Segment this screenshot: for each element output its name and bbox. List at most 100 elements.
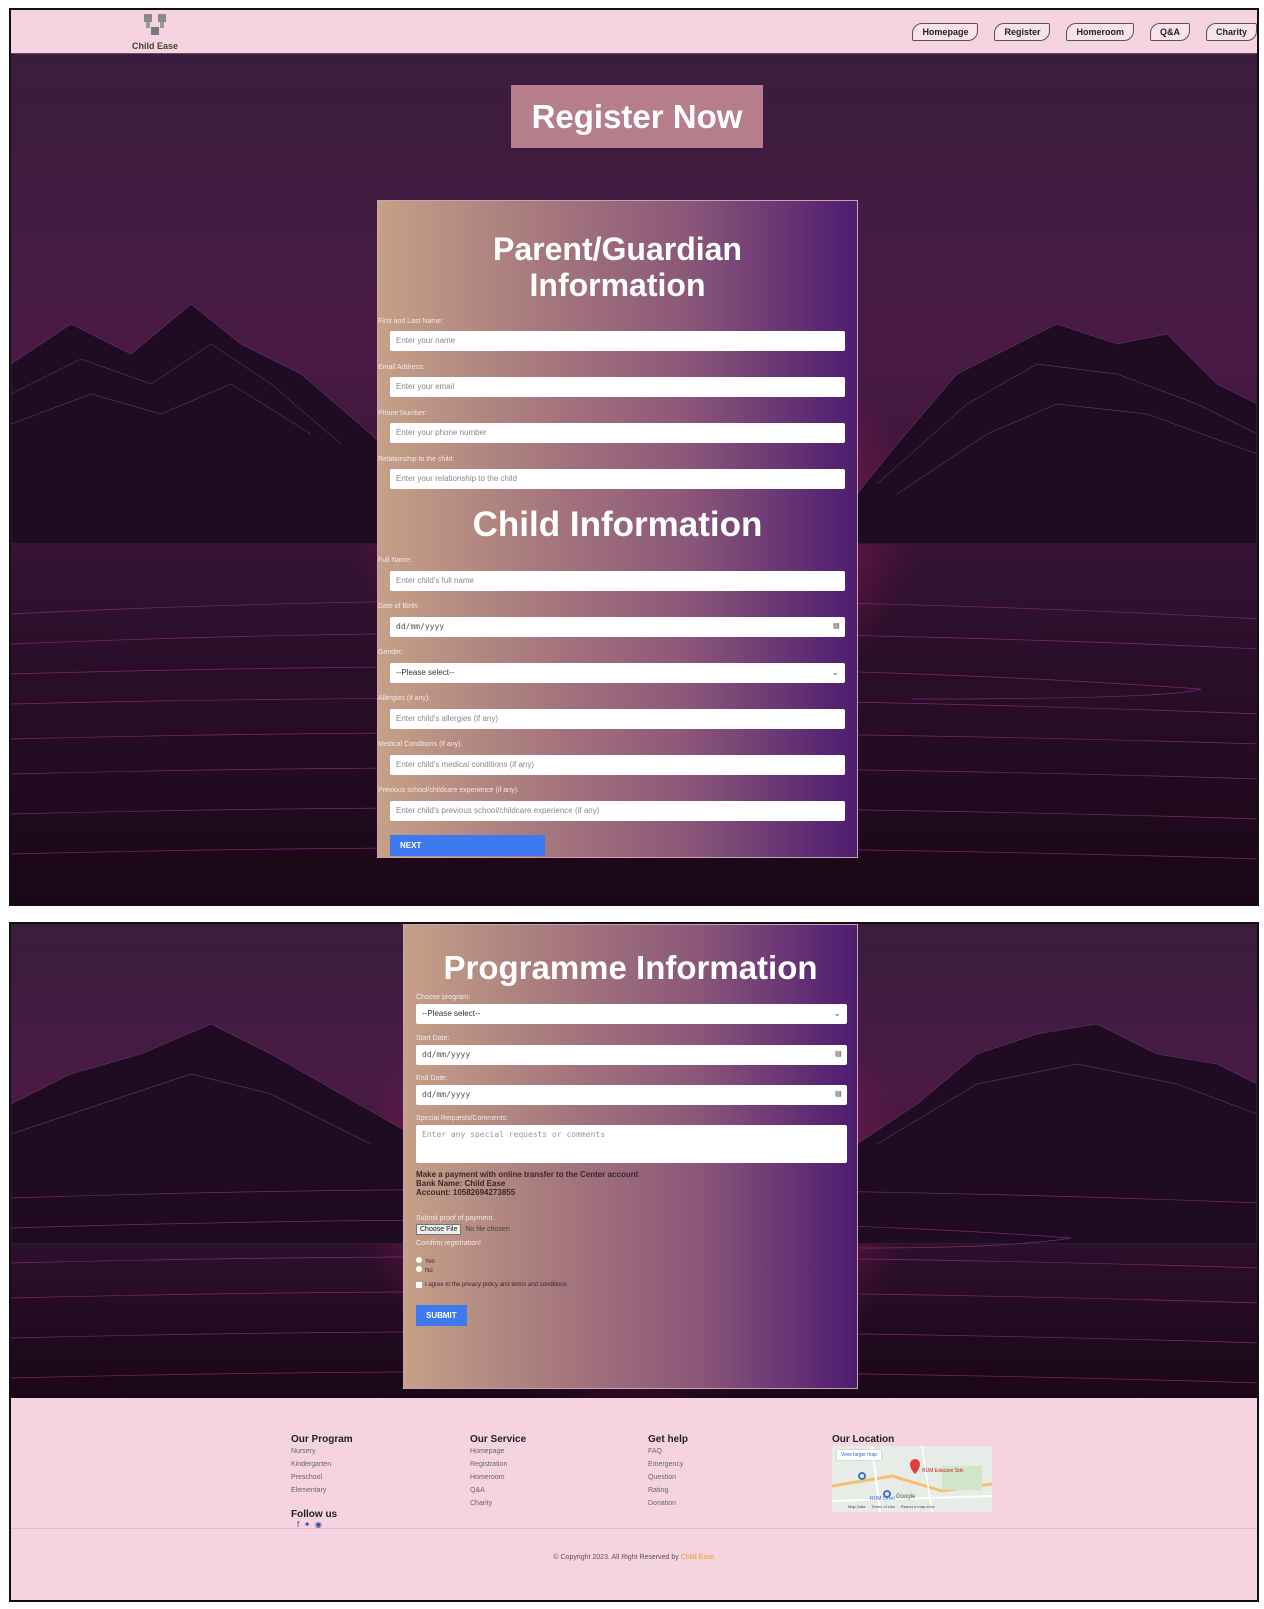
footer-divider [11, 1528, 1257, 1529]
brand-name: Child Ease [131, 41, 178, 51]
confirm-radios: Yes No [416, 1257, 435, 1275]
footer-donation[interactable]: Donation [648, 1497, 688, 1510]
footer-homeroom[interactable]: Homeroom [470, 1471, 526, 1484]
copyright-text: © Copyright 2023. All Right Reserved by [553, 1554, 681, 1561]
email-input[interactable]: Enter your email [390, 377, 845, 397]
map-data-link[interactable]: Map Data [848, 1504, 865, 1509]
nav-register[interactable]: Register [994, 23, 1051, 41]
map-report-link[interactable]: Report a map error [901, 1504, 935, 1509]
parent-heading-line2: Information [529, 267, 706, 304]
location-map[interactable]: View larger map RUM Educare Sdn RUM Leve… [832, 1446, 992, 1512]
phone-input[interactable]: Enter your phone number [390, 423, 845, 443]
end-date-value: dd/mm/yyyy [422, 1090, 471, 1099]
gender-select[interactable]: --Please select-- ⌄ [390, 663, 845, 683]
parent-child-form: Parent/Guardian Information First and La… [377, 200, 858, 858]
parent-heading: Parent/Guardian Information [378, 231, 857, 303]
next-button[interactable]: NEXT [390, 835, 545, 856]
page-title: Register Now [511, 85, 763, 148]
no-label: No [425, 1268, 433, 1274]
footer-charity[interactable]: Charity [470, 1497, 526, 1510]
right-mountains [857, 323, 1257, 544]
nav-homepage[interactable]: Homepage [912, 23, 979, 41]
name-label: First and Last Name: [378, 318, 443, 325]
copyright-brand[interactable]: Child Ease [681, 1554, 715, 1561]
follow-us-title: Follow us [291, 1509, 338, 1520]
footer-program-title: Our Program [291, 1434, 353, 1445]
footer-location: Our Location [832, 1434, 894, 1445]
nav-qa[interactable]: Q&A [1149, 23, 1190, 41]
parent-heading-line1: Parent/Guardian [493, 231, 742, 267]
submit-button[interactable]: SUBMIT [416, 1305, 467, 1326]
agree-checkbox[interactable] [416, 1282, 422, 1288]
gender-selected: --Please select-- [396, 668, 455, 677]
footer-service-title: Our Service [470, 1434, 527, 1445]
allergies-label: Allergies (if any): [378, 695, 431, 702]
nav-charity[interactable]: Charity [1205, 23, 1257, 41]
calendar-icon[interactable]: ▤ [834, 621, 839, 631]
agree-row: I agree to the privacy policy and terms … [416, 1282, 567, 1288]
footer-registration[interactable]: Registration [470, 1458, 526, 1471]
start-date-value: dd/mm/yyyy [422, 1050, 471, 1059]
programme-form: Programme Information Choose program: --… [403, 924, 858, 1389]
map-footer: Map Data Terms of Use Report a map error [848, 1504, 935, 1509]
child-name-label: Full Name: [378, 557, 412, 564]
parent-name-input[interactable]: Enter your name [390, 331, 845, 351]
dob-input[interactable]: dd/mm/yyyy ▤ [390, 617, 845, 637]
footer-preschool[interactable]: Preschool [291, 1471, 353, 1484]
start-date-input[interactable]: dd/mm/yyyy ▤ [416, 1045, 847, 1065]
footer-service: Our Service Homepage Registration Homero… [470, 1434, 526, 1510]
footer-kindergarten[interactable]: Kindergarten [291, 1458, 353, 1471]
yes-radio[interactable] [416, 1257, 422, 1263]
footer-faq[interactable]: FAQ [648, 1445, 688, 1458]
chevron-down-icon: ⌄ [831, 667, 839, 677]
requests-textarea[interactable]: Enter any special requests or comments [416, 1125, 847, 1163]
no-radio[interactable] [416, 1266, 422, 1272]
no-file-text: No file chosen [465, 1226, 510, 1233]
footer-qa[interactable]: Q&A [470, 1484, 526, 1497]
footer-homepage[interactable]: Homepage [470, 1445, 526, 1458]
nav-homeroom[interactable]: Homeroom [1066, 23, 1134, 41]
choose-file-button[interactable]: Choose File [416, 1224, 462, 1235]
relationship-input[interactable]: Enter your relationship to the child [390, 469, 845, 489]
dob-label: Date of Birth: [378, 603, 419, 610]
footer-help: Get help FAQ Emergency Question Rating D… [648, 1434, 688, 1510]
brand-logo[interactable]: Child Ease [123, 12, 187, 51]
footer-elementary[interactable]: Elementary [291, 1484, 353, 1497]
medical-input[interactable]: Enter child's medical conditions (if any… [390, 755, 845, 775]
relationship-label: Relationship to the child: [378, 456, 455, 463]
calendar-icon[interactable]: ▤ [836, 1049, 841, 1059]
gender-label: Gender: [378, 649, 404, 656]
payment-line1: Make a payment with online transfer to t… [416, 1170, 639, 1179]
footer-question[interactable]: Question [648, 1471, 688, 1484]
footer-program: Our Program Nursery Kindergarten Prescho… [291, 1434, 353, 1529]
confirm-label: Comfirm registration! [416, 1240, 481, 1247]
previous-label: Previous school/childcare experience (if… [378, 787, 519, 794]
agree-label: I agree to the privacy policy and terms … [425, 1282, 567, 1288]
top-navbar: Child Ease Homepage Register Homeroom Q&… [11, 10, 1257, 54]
previous-input[interactable]: Enter child's previous school/childcare … [390, 801, 845, 821]
child-heading: Child Information [472, 505, 763, 544]
program-select[interactable]: --Please select-- ⌄ [416, 1004, 847, 1024]
child-name-input[interactable]: Enter child's full name [390, 571, 845, 591]
program-label: Choose program: [416, 994, 471, 1001]
medical-label: Medical Conditions (if any): [378, 741, 463, 748]
footer-help-title: Get help [648, 1434, 689, 1445]
start-date-label: Start Date: [416, 1035, 450, 1042]
map-place-label: RUM Educare Sdn [922, 1468, 964, 1474]
google-label: Google [896, 1494, 916, 1500]
footer-nursery[interactable]: Nursery [291, 1445, 353, 1458]
nav-menu: Homepage Register Homeroom Q&A Charity [912, 23, 1257, 41]
requests-label: Special Requests/Comments: [416, 1115, 509, 1122]
email-label: Email Address: [378, 364, 425, 371]
calendar-icon[interactable]: ▤ [836, 1089, 841, 1099]
left-mountains [11, 303, 411, 544]
footer-location-title: Our Location [832, 1434, 895, 1445]
programme-heading: Programme Information [443, 949, 818, 986]
yes-label: Yes [425, 1259, 435, 1265]
end-date-input[interactable]: dd/mm/yyyy ▤ [416, 1085, 847, 1105]
allergies-input[interactable]: Enter child's allergies (if any) [390, 709, 845, 729]
footer-emergency[interactable]: Emergency [648, 1458, 688, 1471]
footer-rating[interactable]: Rating [648, 1484, 688, 1497]
view-larger-map-link[interactable]: View larger map [837, 1450, 882, 1460]
map-terms-link[interactable]: Terms of Use [871, 1504, 895, 1509]
